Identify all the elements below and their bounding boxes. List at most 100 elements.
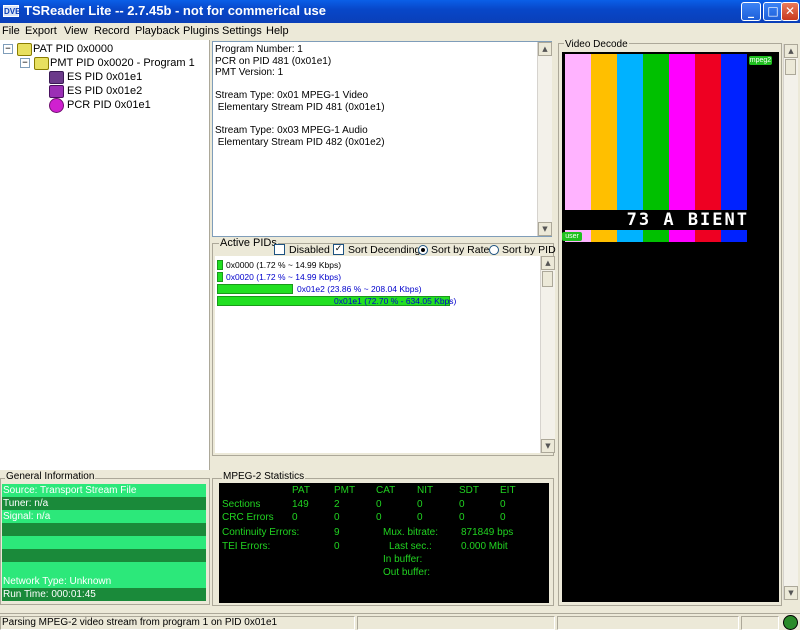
stat-value: 0 xyxy=(292,512,298,523)
color-bar xyxy=(695,230,721,242)
video-scrollbar[interactable]: ▲ ▼ xyxy=(783,44,798,600)
in-buffer-label: In buffer: xyxy=(383,554,423,565)
pid-label[interactable]: 0x01e1 (72.70 % - 634.05 Kbps) xyxy=(334,296,456,306)
menu-view[interactable]: View xyxy=(64,25,88,37)
scroll-down-icon[interactable]: ▼ xyxy=(784,586,798,600)
tei-value: 0 xyxy=(334,541,340,552)
codec-badge: mpeg2 xyxy=(749,56,772,65)
sort-by-pid-label: Sort by PID xyxy=(502,244,556,256)
pid-scrollbar[interactable]: ▲ ▼ xyxy=(540,256,555,453)
menu-file[interactable]: File xyxy=(2,25,20,37)
status-text-segment: Parsing MPEG-2 video stream from program… xyxy=(0,616,355,630)
disabled-checkbox[interactable] xyxy=(274,244,285,255)
radiation-status-icon xyxy=(783,615,798,630)
stat-value: 0 xyxy=(417,499,423,510)
menu-help[interactable]: Help xyxy=(266,25,289,37)
stat-header: EIT xyxy=(500,485,516,496)
stat-value: 0 xyxy=(417,512,423,523)
video-caption: 73 A BIENT xyxy=(565,210,749,230)
maximize-button[interactable]: □ xyxy=(763,2,783,21)
sort-descending-checkbox[interactable]: ✓ xyxy=(333,244,344,255)
color-bar xyxy=(721,54,747,210)
gen-info-row xyxy=(2,523,206,536)
color-bar xyxy=(565,54,591,210)
title-bar[interactable]: DVB TSReader Lite -- 2.7.45b - not for c… xyxy=(0,0,800,23)
status-bar: Parsing MPEG-2 video stream from program… xyxy=(0,613,800,630)
sections-label: Sections xyxy=(222,499,261,510)
info-scrollbar[interactable]: ▲ ▼ xyxy=(537,42,552,236)
stat-header: PAT xyxy=(292,485,310,496)
pid-label[interactable]: 0x01e2 (23.86 % ~ 208.04 Kbps) xyxy=(297,284,422,294)
stat-value: 0 xyxy=(334,512,340,523)
sort-by-rate-radio[interactable] xyxy=(418,245,428,255)
pid-rate-list[interactable]: 0x0000 (1.72 % ~ 14.99 Kbps) 0x0020 (1.7… xyxy=(215,256,555,453)
pid-bar xyxy=(217,272,223,282)
color-bar xyxy=(591,230,617,242)
stat-header: NIT xyxy=(417,485,434,496)
tree-item-pcr[interactable]: PCR PID 0x01e1 xyxy=(67,98,151,112)
scroll-down-icon[interactable]: ▼ xyxy=(541,439,555,453)
tei-label: TEI Errors: xyxy=(222,541,271,552)
scroll-down-icon[interactable]: ▼ xyxy=(538,222,552,236)
last-sec-value: 0.000 Mbit xyxy=(461,541,508,552)
menu-export[interactable]: Export xyxy=(25,25,57,37)
video-stream-icon xyxy=(49,71,64,84)
mpeg-stats-legend: MPEG-2 Statistics xyxy=(222,471,306,482)
window-title: TSReader Lite -- 2.7.45b - not for comme… xyxy=(24,3,326,18)
gen-info-row xyxy=(2,536,206,549)
scroll-thumb[interactable] xyxy=(542,271,553,287)
pid-label[interactable]: 0x0020 (1.72 % ~ 14.99 Kbps) xyxy=(226,272,341,282)
pcr-clock-icon xyxy=(49,98,64,113)
gen-info-row xyxy=(2,562,206,575)
out-buffer-label: Out buffer: xyxy=(383,567,431,578)
audio-stream-icon xyxy=(49,85,64,98)
menu-settings[interactable]: Settings xyxy=(222,25,262,37)
video-preview[interactable]: 73 A BIENT mpeg2 user ▲ ▼ xyxy=(562,44,798,602)
gen-info-row: Tuner: n/a xyxy=(2,497,206,510)
stat-value: 0 xyxy=(500,499,506,510)
tree-item-es-audio[interactable]: ES PID 0x01e2 xyxy=(67,84,142,98)
stat-header: PMT xyxy=(334,485,356,496)
user-badge: user xyxy=(562,232,582,241)
gen-info-row: Run Time: 000:01:45 xyxy=(2,588,206,601)
sort-by-pid-radio[interactable] xyxy=(489,245,499,255)
pid-bar xyxy=(217,260,223,270)
stream-tree[interactable]: − PAT PID 0x0000 − PMT PID 0x0020 - Prog… xyxy=(0,40,210,470)
stat-value: 0 xyxy=(376,512,382,523)
stat-value: 0 xyxy=(376,499,382,510)
gen-info-row: Source: Transport Stream File xyxy=(2,484,206,497)
menu-record[interactable]: Record xyxy=(94,25,129,37)
disabled-label: Disabled xyxy=(289,244,330,256)
collapse-icon[interactable]: − xyxy=(20,58,30,68)
tree-item-es-video[interactable]: ES PID 0x01e1 xyxy=(67,70,142,84)
program-info-text: Program Number: 1 PCR on PID 481 (0x01e1… xyxy=(215,44,385,148)
mpeg-stats-panel: PAT PMT CAT NIT SDT EIT Sections 149 2 0… xyxy=(219,483,549,603)
minimize-button[interactable]: _ xyxy=(741,2,761,21)
general-info-legend: General Information xyxy=(5,471,96,482)
collapse-icon[interactable]: − xyxy=(3,44,13,54)
tree-item-pmt[interactable]: PMT PID 0x0020 - Program 1 xyxy=(50,56,195,70)
scroll-thumb[interactable] xyxy=(785,59,796,75)
active-pids-legend: Active PIDs xyxy=(219,237,278,249)
menu-playback[interactable]: Playback xyxy=(135,25,180,37)
scroll-up-icon[interactable]: ▲ xyxy=(538,42,552,56)
last-sec-label: Last sec.: xyxy=(389,541,432,552)
tree-item-pat[interactable]: PAT PID 0x0000 xyxy=(33,42,113,56)
color-bar xyxy=(669,54,695,210)
status-segment xyxy=(741,616,779,630)
scroll-up-icon[interactable]: ▲ xyxy=(784,44,798,58)
pid-bar xyxy=(217,284,293,294)
sort-by-rate-label: Sort by Rate xyxy=(431,244,490,256)
menu-plugins[interactable]: Plugins xyxy=(183,25,219,37)
stat-header: CAT xyxy=(376,485,396,496)
pat-table-icon xyxy=(17,43,32,56)
color-bar xyxy=(617,230,643,242)
pid-label[interactable]: 0x0000 (1.72 % ~ 14.99 Kbps) xyxy=(226,260,341,270)
scroll-up-icon[interactable]: ▲ xyxy=(541,256,555,270)
general-info-group: Source: Transport Stream File Tuner: n/a… xyxy=(0,478,210,605)
crc-label: CRC Errors xyxy=(222,512,274,523)
stat-header: SDT xyxy=(459,485,479,496)
color-bar xyxy=(591,54,617,210)
close-button[interactable]: ✕ xyxy=(781,2,799,21)
program-info-panel[interactable]: Program Number: 1 PCR on PID 481 (0x01e1… xyxy=(212,41,552,237)
